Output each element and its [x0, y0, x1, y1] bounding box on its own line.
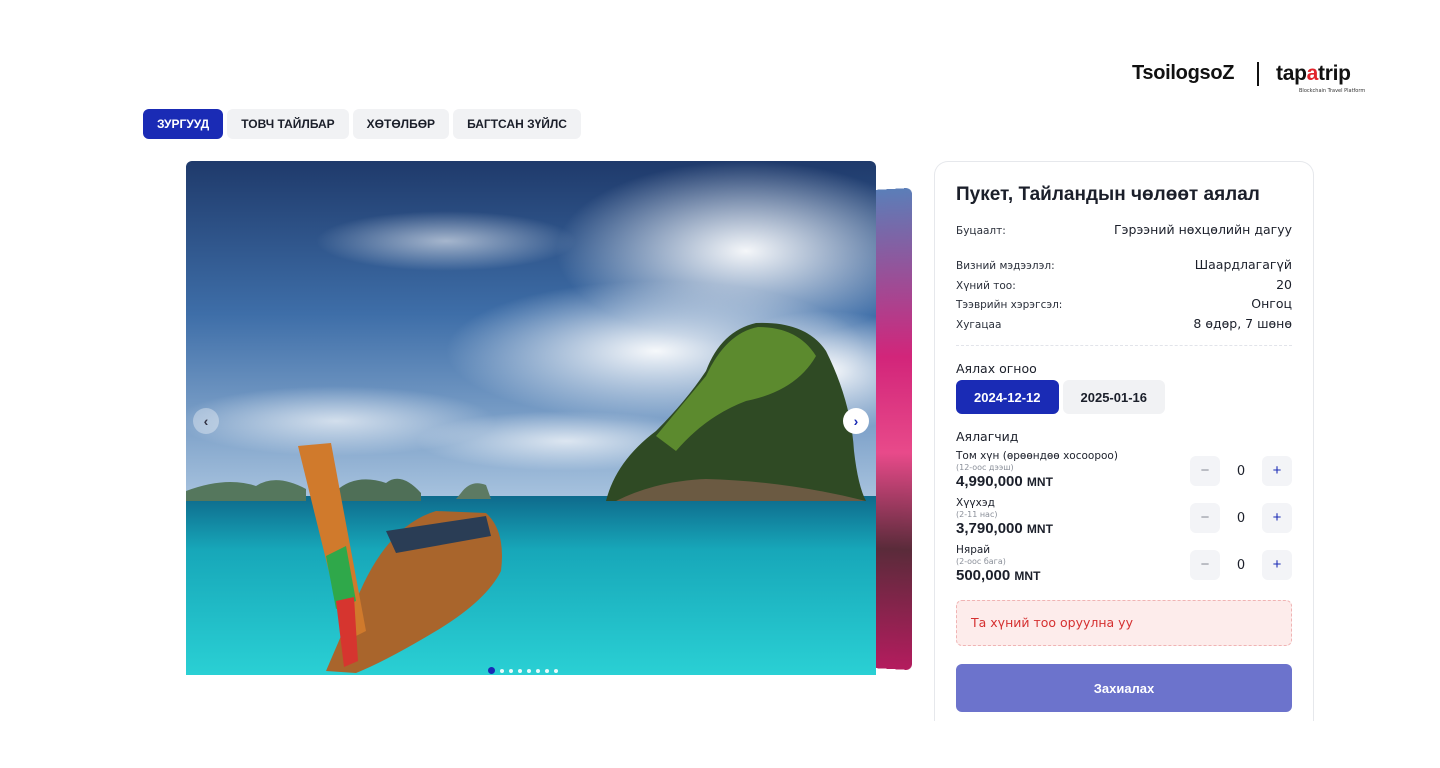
traveler-age: (2-11 нас): [956, 510, 998, 519]
tab-itinerary[interactable]: ХӨТӨЛБӨР: [352, 109, 450, 139]
pagination-dot[interactable]: [545, 668, 549, 673]
tour-detail-page: TsoilogsoZ tapatrip Blockchain Travel Pl…: [0, 0, 1440, 768]
tour-title: Пукет, Тайландын чөлөөт аялал: [956, 184, 1260, 205]
quantity-stepper: − 0 +: [1190, 550, 1292, 580]
price-amount: 4,990,000: [956, 473, 1023, 490]
minus-icon[interactable]: −: [1190, 550, 1220, 580]
traveler-price: 3,790,000 MNT: [956, 520, 1053, 537]
visa-label: Визний мэдээлэл:: [956, 260, 1055, 272]
detail-row: Визний мэдээлэл: Шаардлагагүй: [956, 257, 1292, 272]
tour-tabs: ЗУРГУУД ТОВЧ ТАЙЛБАР ХӨТӨЛБӨР БАГТСАН ЗҮ…: [143, 109, 581, 139]
traveler-price: 500,000 MNT: [956, 567, 1040, 584]
pagination-dot[interactable]: [536, 668, 540, 673]
next-photo-preview[interactable]: [870, 187, 912, 671]
divider: [956, 345, 1292, 346]
traveler-child: Хүүхэд (2-11 нас) 3,790,000 MNT − 0 +: [956, 497, 1292, 541]
traveler-adult: Том хүн (өрөөндөө хосоороо) (12-оос дээш…: [956, 450, 1292, 494]
tapatrip-logo-post: trip: [1318, 62, 1351, 85]
phuket-beach-image: [186, 161, 876, 675]
quantity-value: 0: [1236, 557, 1246, 573]
price-currency: MNT: [1026, 475, 1053, 489]
pagination-dot[interactable]: [500, 668, 504, 673]
refund-value: Гэрээний нөхцөлийн дагуу: [1114, 222, 1292, 237]
people-label: Хүний тоо:: [956, 280, 1016, 292]
price-amount: 500,000: [956, 567, 1011, 584]
traveler-infant: Нярай (2-оос бага) 500,000 MNT − 0 +: [956, 544, 1292, 588]
date-option[interactable]: 2024-12-12: [956, 380, 1059, 414]
price-currency: MNT: [1026, 522, 1053, 536]
transport-value: Онгоц: [1251, 296, 1292, 311]
price-amount: 3,790,000: [956, 520, 1023, 537]
traveler-age: (12-оос дээш): [956, 463, 1014, 472]
chevron-right-icon[interactable]: ›: [843, 408, 869, 434]
main-photo: [186, 161, 876, 675]
detail-row: Хүний тоо: 20: [956, 277, 1292, 292]
traveler-price: 4,990,000 MNT: [956, 473, 1053, 490]
photo-gallery: ‹ ›: [186, 161, 912, 675]
tsoilogsoz-logo[interactable]: TsoilogsoZ: [1132, 62, 1234, 85]
traveler-type: Том хүн (өрөөндөө хосоороо): [956, 450, 1118, 462]
pagination-dot[interactable]: [527, 668, 531, 673]
pagination-dot[interactable]: [488, 667, 495, 674]
booking-panel: Пукет, Тайландын чөлөөт аялал Буцаалт: Г…: [934, 161, 1314, 721]
gallery-pagination: [488, 667, 558, 674]
logo-divider: [1257, 62, 1259, 86]
transport-label: Тээврийн хэрэгсэл:: [956, 299, 1063, 311]
traveler-type: Хүүхэд: [956, 497, 995, 509]
traveler-type: Нярай: [956, 544, 991, 556]
quantity-stepper: − 0 +: [1190, 456, 1292, 486]
visa-value: Шаардлагагүй: [1194, 257, 1292, 272]
quantity-value: 0: [1236, 463, 1246, 479]
quantity-stepper: − 0 +: [1190, 503, 1292, 533]
duration-label: Хугацаа: [956, 319, 1002, 331]
tab-photos[interactable]: ЗУРГУУД: [143, 109, 224, 139]
price-currency: MNT: [1014, 569, 1041, 583]
partner-logos: TsoilogsoZ tapatrip Blockchain Travel Pl…: [1132, 62, 1372, 98]
tab-included[interactable]: БАГТСАН ЗҮЙЛС: [453, 109, 581, 139]
travel-date-label: Аялах огноо: [956, 361, 1037, 376]
quantity-value: 0: [1236, 510, 1246, 526]
tapatrip-tagline: Blockchain Travel Platform: [1299, 88, 1366, 94]
traveler-age: (2-оос бага): [956, 557, 1006, 566]
plus-icon[interactable]: +: [1262, 503, 1292, 533]
tab-overview[interactable]: ТОВЧ ТАЙЛБАР: [227, 109, 349, 139]
tapatrip-logo[interactable]: tapatrip: [1276, 62, 1351, 86]
duration-value: 8 өдөр, 7 шөнө: [1193, 316, 1292, 331]
travel-date-options: 2024-12-12 2025-01-16: [956, 380, 1165, 414]
book-button[interactable]: Захиалах: [956, 664, 1292, 712]
minus-icon[interactable]: −: [1190, 456, 1220, 486]
tapatrip-logo-accent: a: [1306, 62, 1319, 85]
people-value: 20: [1276, 277, 1292, 292]
pagination-dot[interactable]: [509, 668, 513, 673]
pagination-dot[interactable]: [554, 668, 558, 673]
refund-row: Буцаалт: Гэрээний нөхцөлийн дагуу: [956, 222, 1292, 237]
refund-label: Буцаалт:: [956, 225, 1006, 237]
detail-row: Тээврийн хэрэгсэл: Онгоц: [956, 296, 1292, 311]
tapatrip-logo-pre: tap: [1276, 62, 1307, 85]
pagination-dot[interactable]: [518, 668, 522, 673]
travelers-label: Аялагчид: [956, 429, 1019, 444]
plus-icon[interactable]: +: [1262, 550, 1292, 580]
detail-row: Хугацаа 8 өдөр, 7 шөнө: [956, 316, 1292, 331]
validation-alert: Та хүний тоо оруулна уу: [956, 600, 1292, 646]
chevron-left-icon[interactable]: ‹: [193, 408, 219, 434]
minus-icon[interactable]: −: [1190, 503, 1220, 533]
date-option[interactable]: 2025-01-16: [1062, 380, 1165, 414]
plus-icon[interactable]: +: [1262, 456, 1292, 486]
